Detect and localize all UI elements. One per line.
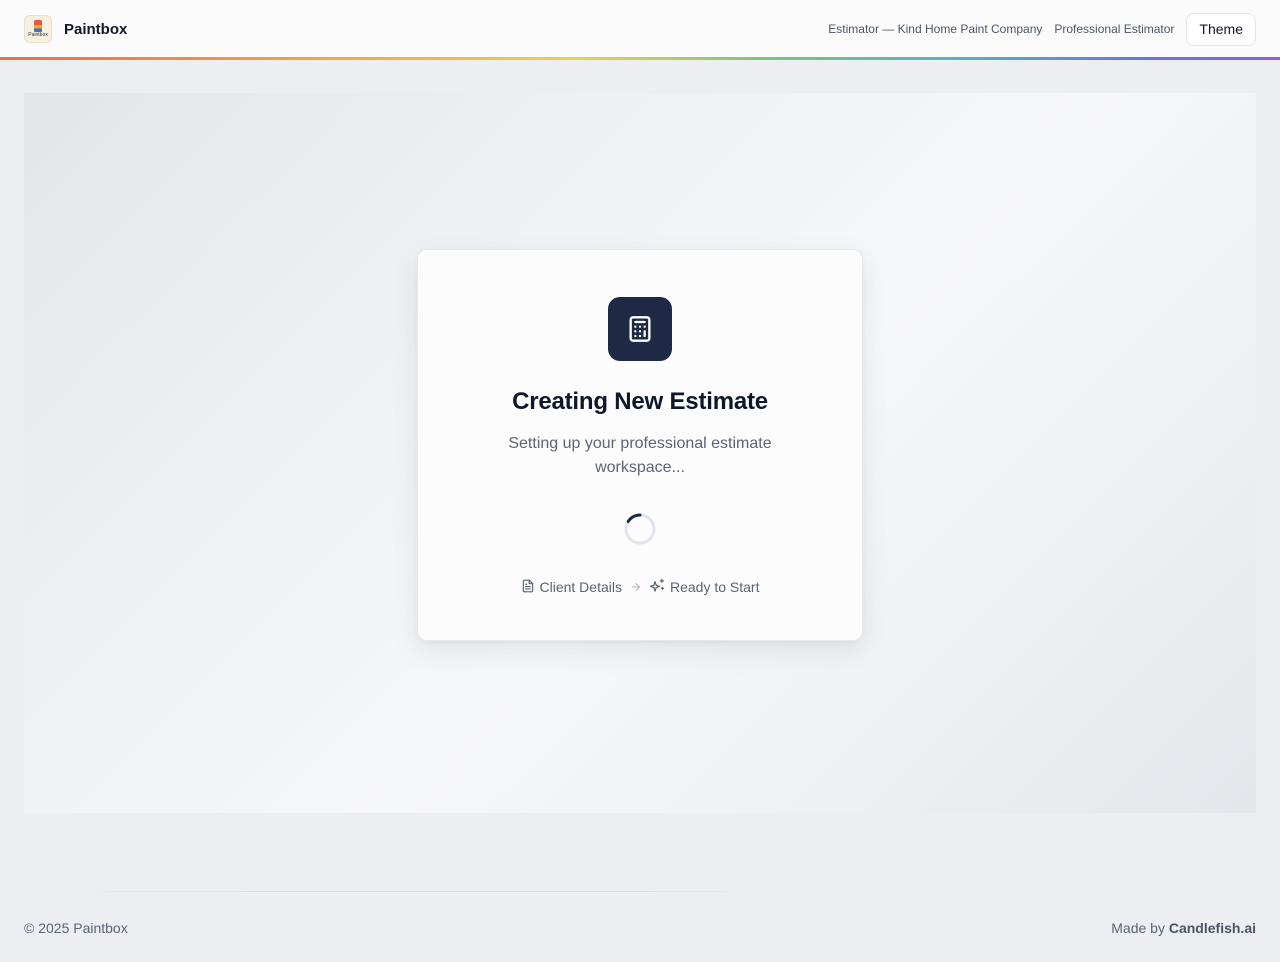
step-ready-to-start: Ready to Start <box>649 578 760 596</box>
step-client-details: Client Details <box>521 579 622 596</box>
made-by-link[interactable]: Candlefish.ai <box>1169 920 1256 936</box>
calculator-icon <box>608 297 672 361</box>
made-by-prefix: Made by <box>1111 920 1165 936</box>
footer: © 2025 Paintbox Made by Candlefish.ai <box>24 916 1256 940</box>
logo-text: Paintbox <box>28 32 48 38</box>
loading-card: Creating New Estimate Setting up your pr… <box>417 249 863 641</box>
step-label: Ready to Start <box>669 579 760 595</box>
company-label: Estimator — Kind Home Paint Company <box>828 22 1043 36</box>
card-subtitle: Setting up your professional estimate wo… <box>508 435 772 476</box>
progress-steps: Client Details Ready to Start <box>521 578 760 596</box>
document-icon <box>521 579 535 596</box>
arrow-right-icon <box>630 581 642 593</box>
brand-name: Paintbox <box>64 20 128 38</box>
header-right: Estimator — Kind Home Paint Company Prof… <box>828 12 1256 46</box>
loading-spinner-icon <box>624 513 656 545</box>
brand[interactable]: Paintbox Paintbox <box>24 15 127 43</box>
theme-button[interactable]: Theme <box>1186 12 1256 46</box>
top-header: Paintbox Paintbox Estimator — Kind Home … <box>0 0 1280 58</box>
footer-divider <box>24 891 1256 892</box>
paintbrush-icon <box>34 20 42 32</box>
rainbow-divider <box>0 57 1280 60</box>
role-label: Professional Estimator <box>1054 22 1175 36</box>
sparkles-icon <box>649 578 665 596</box>
main-panel: Creating New Estimate Setting up your pr… <box>24 93 1256 813</box>
card-title: Creating New Estimate <box>512 388 768 415</box>
step-label: Client Details <box>539 579 622 595</box>
copyright: © 2025 Paintbox <box>24 920 128 936</box>
paintbox-logo-icon: Paintbox <box>24 15 52 43</box>
made-by: Made by Candlefish.ai <box>1111 920 1256 936</box>
